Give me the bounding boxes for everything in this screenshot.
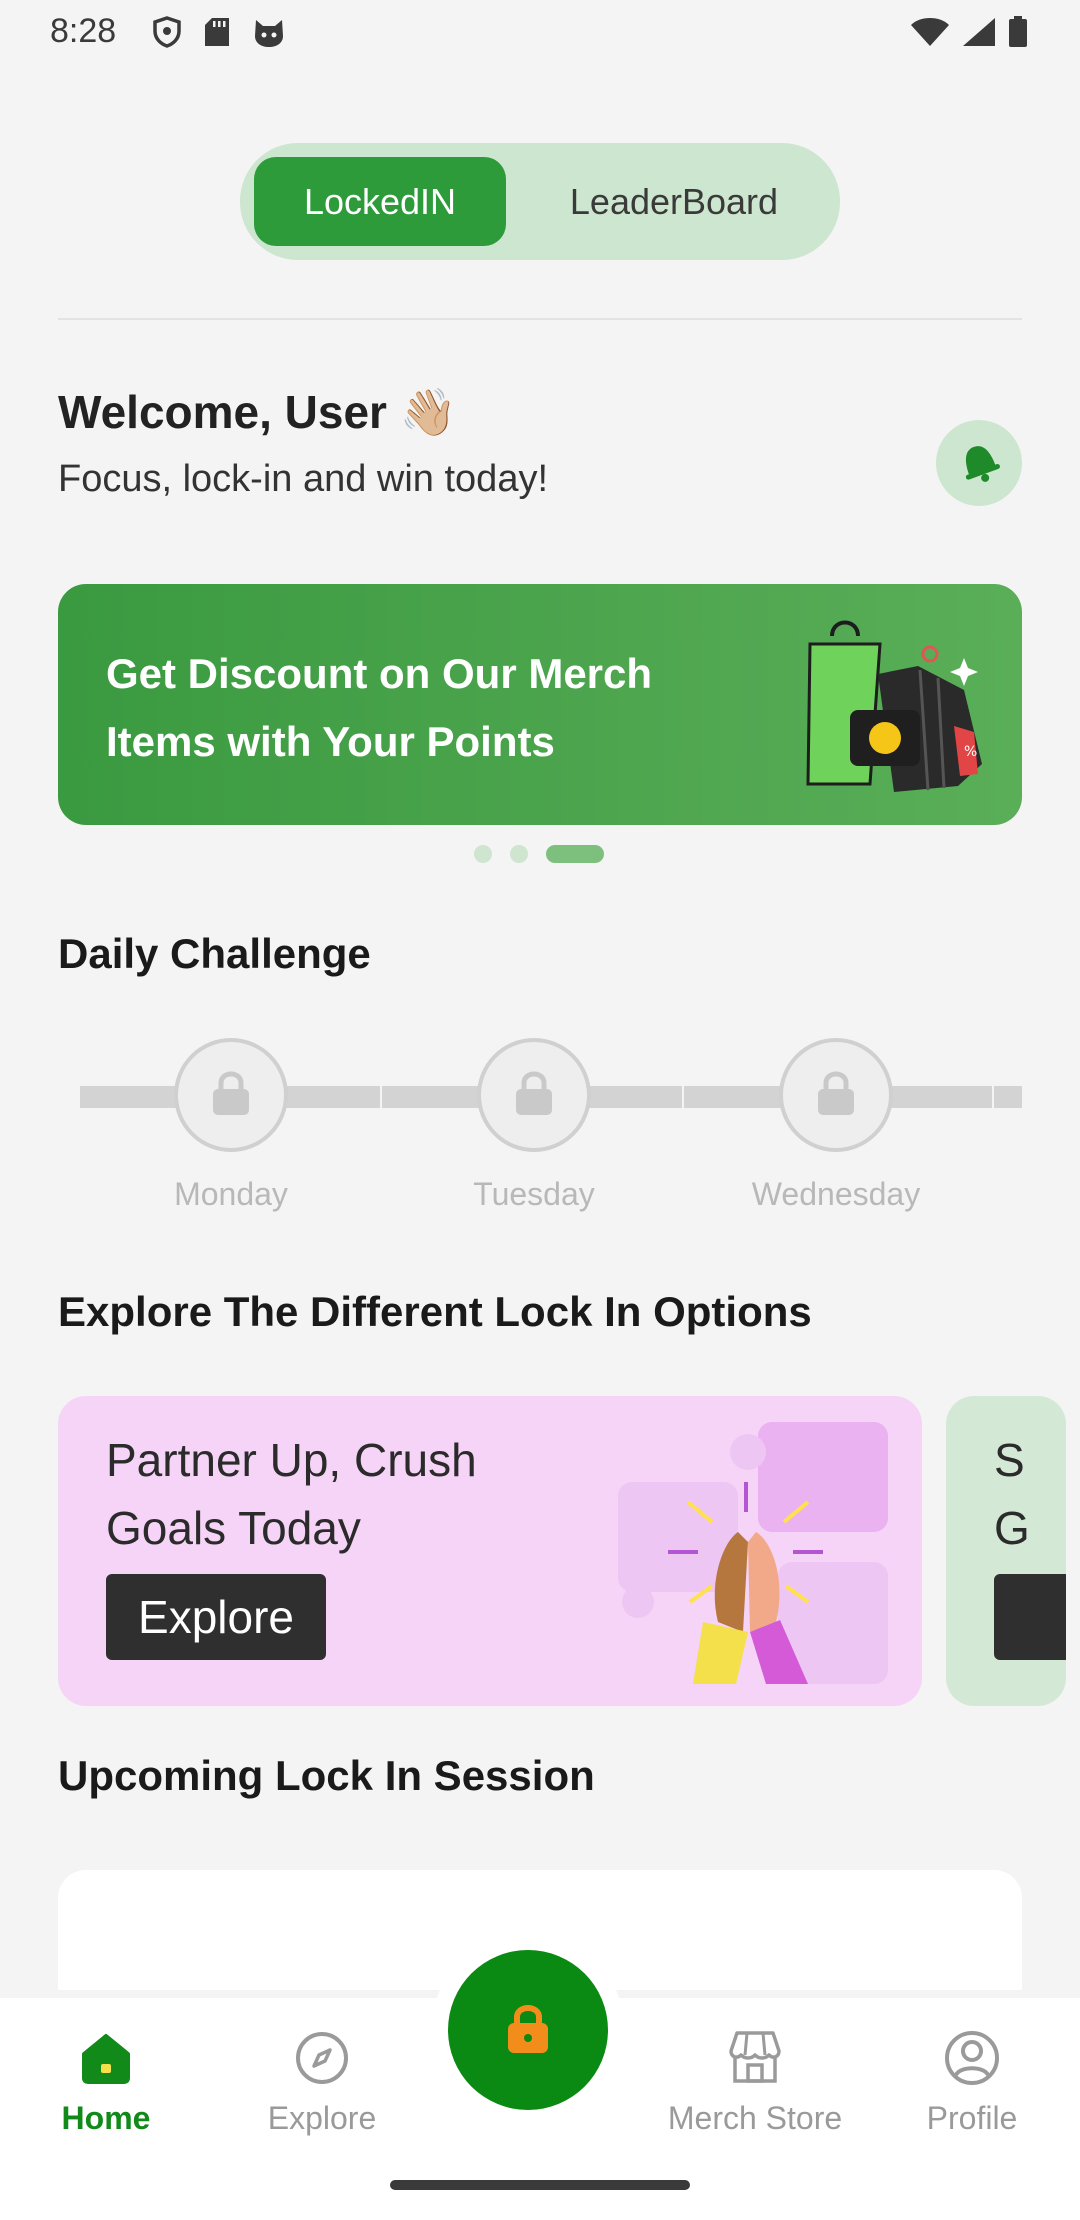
svg-text:%: % bbox=[964, 744, 977, 760]
high-five-illustration bbox=[598, 1422, 888, 1689]
home-icon bbox=[76, 2028, 136, 2088]
store-icon bbox=[725, 2028, 785, 2088]
banner-text: Get Discount on Our Merch Items with You… bbox=[106, 650, 653, 765]
merch-illustration: % bbox=[788, 614, 988, 809]
tab-leaderboard[interactable]: LeaderBoard bbox=[522, 157, 826, 246]
page-dot-active[interactable] bbox=[546, 845, 604, 863]
lock-icon bbox=[815, 1069, 857, 1122]
day-label: Monday bbox=[174, 1176, 288, 1212]
lock-icon bbox=[513, 1069, 555, 1122]
lock-icon bbox=[504, 2001, 552, 2060]
nav-label: Merch Store bbox=[667, 2100, 843, 2136]
status-bar: 8:28 bbox=[0, 0, 1080, 64]
explore-title: Explore The Different Lock In Options bbox=[58, 1288, 812, 1335]
welcome-title: Welcome, User 👋🏼 bbox=[58, 386, 458, 438]
nav-label: Explore bbox=[267, 2100, 377, 2136]
status-icons-left bbox=[152, 16, 286, 53]
day-label: Tuesday bbox=[473, 1176, 595, 1212]
shield-icon bbox=[152, 16, 182, 53]
nav-label: Home bbox=[61, 2100, 151, 2136]
page-dot[interactable] bbox=[510, 845, 528, 863]
status-time: 8:28 bbox=[50, 12, 117, 50]
signal-icon bbox=[962, 17, 996, 52]
explore-button[interactable]: Explore bbox=[106, 1574, 326, 1660]
divider bbox=[58, 318, 1022, 320]
nav-home[interactable]: Home bbox=[6, 2028, 206, 2137]
cat-icon bbox=[252, 16, 286, 53]
challenge-day-tuesday[interactable] bbox=[477, 1038, 591, 1152]
notification-button[interactable] bbox=[936, 420, 1022, 506]
bell-icon bbox=[954, 438, 1004, 489]
challenge-day-monday[interactable] bbox=[174, 1038, 288, 1152]
explore-button-partial[interactable] bbox=[994, 1574, 1066, 1660]
status-icons-right bbox=[910, 16, 1028, 53]
app-screen: 8:28 LockedIN LeaderBoard Welcome, User … bbox=[0, 0, 1080, 2220]
card-title-partial: SG bbox=[994, 1434, 1030, 1554]
option-card-next[interactable]: SG bbox=[946, 1396, 1066, 1706]
card-title: Partner Up, Crush Goals Today bbox=[106, 1434, 477, 1554]
sd-card-icon bbox=[204, 17, 230, 52]
tab-lockedin[interactable]: LockedIN bbox=[254, 157, 506, 246]
nav-profile[interactable]: Profile bbox=[872, 2028, 1072, 2137]
welcome-subtitle: Focus, lock-in and win today! bbox=[58, 458, 549, 500]
option-card-partner[interactable]: Partner Up, Crush Goals Today Explore bbox=[58, 1396, 922, 1706]
track-segment bbox=[994, 1086, 1022, 1108]
nav-merch-store[interactable]: Merch Store bbox=[655, 2028, 855, 2137]
upcoming-title: Upcoming Lock In Session bbox=[58, 1752, 595, 1799]
mode-toggle: LockedIN LeaderBoard bbox=[240, 143, 840, 260]
lock-icon bbox=[210, 1069, 252, 1122]
nav-explore[interactable]: Explore bbox=[222, 2028, 422, 2137]
battery-icon bbox=[1008, 16, 1028, 53]
profile-icon bbox=[942, 2028, 1002, 2088]
home-indicator[interactable] bbox=[390, 2180, 690, 2190]
day-label: Wednesday bbox=[751, 1176, 921, 1212]
challenge-day-wednesday[interactable] bbox=[779, 1038, 893, 1152]
compass-icon bbox=[292, 2028, 352, 2088]
promo-banner[interactable]: Get Discount on Our Merch Items with You… bbox=[58, 584, 1022, 825]
page-dot[interactable] bbox=[474, 845, 492, 863]
daily-challenge-title: Daily Challenge bbox=[58, 930, 371, 977]
wifi-icon bbox=[910, 17, 950, 52]
banner-pagination bbox=[474, 845, 604, 863]
lock-in-fab[interactable] bbox=[448, 1950, 608, 2110]
nav-label: Profile bbox=[926, 2100, 1018, 2136]
